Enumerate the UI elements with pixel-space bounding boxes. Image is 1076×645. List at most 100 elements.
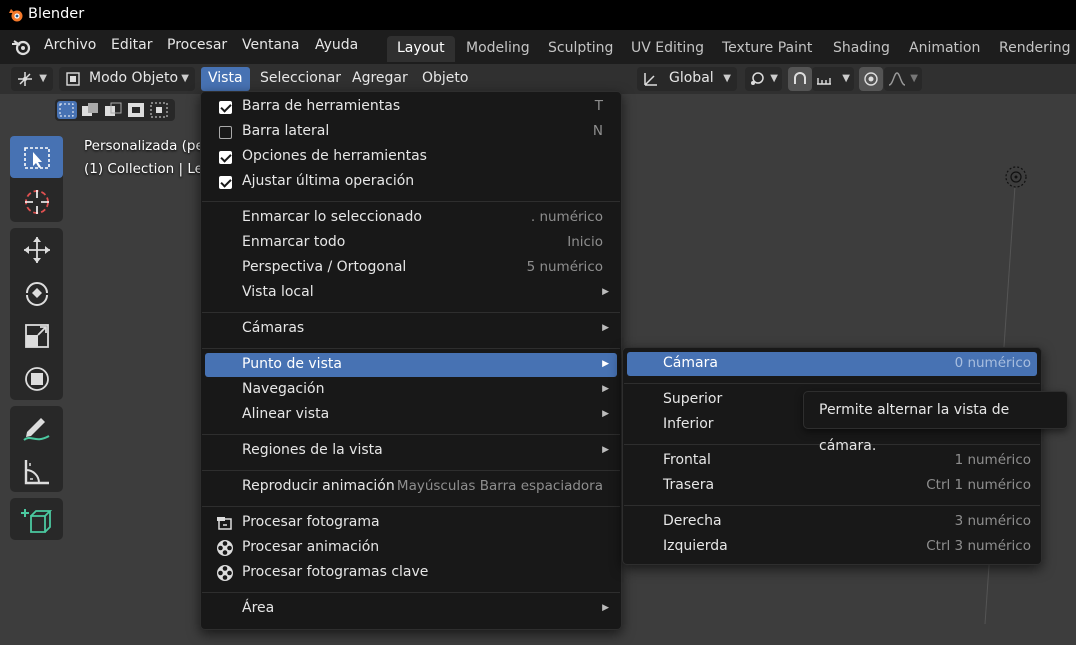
tool-move[interactable] — [10, 228, 63, 270]
menu-item-label: Enmarcar todo — [242, 234, 346, 250]
menu-item-label: Izquierda — [663, 538, 728, 554]
tab-shading[interactable]: Shading — [823, 36, 900, 62]
menu-item-navegacion[interactable]: Navegación ▶ — [205, 378, 617, 402]
menu-procesar[interactable]: Procesar — [167, 30, 227, 62]
snap-toggle[interactable] — [788, 67, 812, 91]
tool-group-select — [10, 136, 63, 222]
tab-texture-paint[interactable]: Texture Paint — [712, 36, 822, 62]
menu-item-enmarcar-todo[interactable]: Enmarcar todo Inicio — [205, 231, 617, 255]
select-invert-icon[interactable] — [126, 101, 146, 119]
select-extend-icon[interactable] — [80, 101, 100, 119]
menu-item-trasera[interactable]: Trasera Ctrl 1 numérico — [627, 474, 1037, 498]
annotate-pencil-icon — [23, 418, 50, 441]
proportional-edit-icon — [864, 72, 878, 86]
menu-separator — [202, 434, 620, 435]
menu-item-alinear-vista[interactable]: Alinear vista ▶ — [205, 403, 617, 427]
3d-viewport-icon — [18, 72, 32, 86]
menu-item-label: Barra de herramientas — [242, 98, 401, 114]
checkbox-unchecked-icon[interactable] — [219, 126, 232, 139]
chevron-down-icon: ▼ — [39, 73, 47, 84]
select-new-icon[interactable] — [57, 101, 77, 119]
menu-item-enmarcar-seleccionado[interactable]: Enmarcar lo seleccionado . numérico — [205, 206, 617, 230]
checkbox-checked-icon[interactable] — [219, 176, 232, 189]
menu-item-opciones-herramientas[interactable]: Opciones de herramientas — [205, 145, 617, 169]
measure-ruler-icon — [24, 460, 49, 485]
menu-item-procesar-fotogramas-clave[interactable]: Procesar fotogramas clave — [205, 561, 617, 585]
menu-item-reproducir-animacion[interactable]: Reproducir animación Mayúsculas Barra es… — [205, 475, 617, 499]
falloff-button[interactable]: ▼ — [884, 67, 922, 91]
tool-select-box[interactable] — [10, 136, 63, 178]
tool-group-transform — [10, 228, 63, 400]
menu-agregar[interactable]: Agregar — [345, 67, 415, 91]
tab-modeling[interactable]: Modeling — [456, 36, 540, 62]
tool-add-cube[interactable] — [10, 498, 63, 540]
menu-ayuda[interactable]: Ayuda — [315, 30, 358, 62]
menu-item-procesar-fotograma[interactable]: Procesar fotograma — [205, 511, 617, 535]
menu-item-shortcut: . numérico — [530, 209, 603, 225]
menu-item-area[interactable]: Área ▶ — [205, 597, 617, 621]
menu-item-derecha[interactable]: Derecha 3 numérico — [627, 510, 1037, 534]
menu-ventana[interactable]: Ventana — [242, 30, 300, 62]
proportional-edit-toggle[interactable] — [859, 67, 883, 91]
menu-item-izquierda[interactable]: Izquierda Ctrl 3 numérico — [627, 535, 1037, 559]
menu-item-label: Barra lateral — [242, 123, 330, 139]
menu-archivo[interactable]: Archivo — [44, 30, 96, 62]
menu-item-label: Trasera — [663, 477, 715, 493]
chevron-down-icon: ▼ — [181, 73, 189, 84]
menu-item-shortcut: Ctrl 1 numérico — [926, 477, 1031, 493]
checkbox-checked-icon[interactable] — [219, 101, 232, 114]
tab-animation[interactable]: Animation — [899, 36, 990, 62]
menu-item-camara[interactable]: Cámara 0 numérico — [627, 352, 1037, 376]
menu-item-barra-lateral[interactable]: Barra lateral N — [205, 120, 617, 144]
selection-mode-group — [55, 99, 175, 121]
menu-separator — [202, 506, 620, 507]
tool-measure[interactable] — [10, 450, 63, 492]
pivot-point-button[interactable]: ▼ — [745, 67, 782, 91]
blender-menu-icon[interactable] — [11, 37, 33, 57]
select-intersect-icon[interactable] — [149, 101, 169, 119]
tooltip: Permite alternar la vista de cámara. — [803, 391, 1068, 454]
window-title: Blender — [28, 6, 85, 22]
window-titlebar: Blender — [0, 0, 1076, 30]
rotate-icon — [26, 282, 48, 306]
menu-seleccionar[interactable]: Seleccionar — [253, 67, 348, 91]
menu-item-barra-herramientas[interactable]: Barra de herramientas T — [205, 95, 617, 119]
submenu-arrow-icon: ▶ — [602, 445, 609, 455]
mode-selector[interactable]: Modo Objeto ▼ — [59, 67, 195, 91]
menu-editar[interactable]: Editar — [111, 30, 152, 62]
tool-scale[interactable] — [10, 314, 63, 356]
menu-item-ajustar-ultima-operacion[interactable]: Ajustar última operación — [205, 170, 617, 194]
menu-separator — [202, 201, 620, 202]
tab-rendering[interactable]: Rendering — [989, 36, 1076, 62]
submenu-arrow-icon: ▶ — [602, 603, 609, 613]
menu-item-perspectiva-ortogonal[interactable]: Perspectiva / Ortogonal 5 numérico — [205, 256, 617, 280]
menu-item-camaras[interactable]: Cámaras ▶ — [205, 317, 617, 341]
tool-cursor[interactable] — [10, 180, 63, 222]
menu-item-label: Área — [242, 600, 275, 616]
menu-objeto[interactable]: Objeto — [415, 67, 475, 91]
menu-vista[interactable]: Vista — [201, 67, 250, 91]
menu-item-label: Enmarcar lo seleccionado — [242, 209, 422, 225]
menu-separator — [202, 312, 620, 313]
tool-transform[interactable] — [10, 357, 63, 399]
menu-item-label: Procesar fotograma — [242, 514, 380, 530]
menu-item-regiones-vista[interactable]: Regiones de la vista ▶ — [205, 439, 617, 463]
select-subtract-icon[interactable] — [103, 101, 123, 119]
tab-uv-editing[interactable]: UV Editing — [621, 36, 714, 62]
tool-annotate[interactable] — [10, 406, 63, 448]
checkbox-checked-icon[interactable] — [219, 151, 232, 164]
tab-sculpting[interactable]: Sculpting — [538, 36, 623, 62]
orientation-selector[interactable]: Global ▼ — [637, 67, 737, 91]
menu-item-vista-local[interactable]: Vista local ▶ — [205, 281, 617, 305]
light-object-icon[interactable] — [1003, 164, 1029, 190]
tab-layout[interactable]: Layout — [387, 36, 455, 62]
tool-rotate[interactable] — [10, 271, 63, 313]
menu-item-punto-de-vista[interactable]: Punto de vista ▶ — [205, 353, 617, 377]
menu-item-label: Procesar animación — [242, 539, 380, 555]
snap-target-button[interactable]: ▼ — [812, 67, 854, 91]
menu-item-procesar-animacion[interactable]: Procesar animación — [205, 536, 617, 560]
chevron-down-icon: ▼ — [910, 73, 918, 84]
editor-type-button[interactable]: ▼ — [11, 67, 53, 91]
render-animation-icon — [217, 540, 233, 556]
render-animation-icon — [217, 565, 233, 581]
